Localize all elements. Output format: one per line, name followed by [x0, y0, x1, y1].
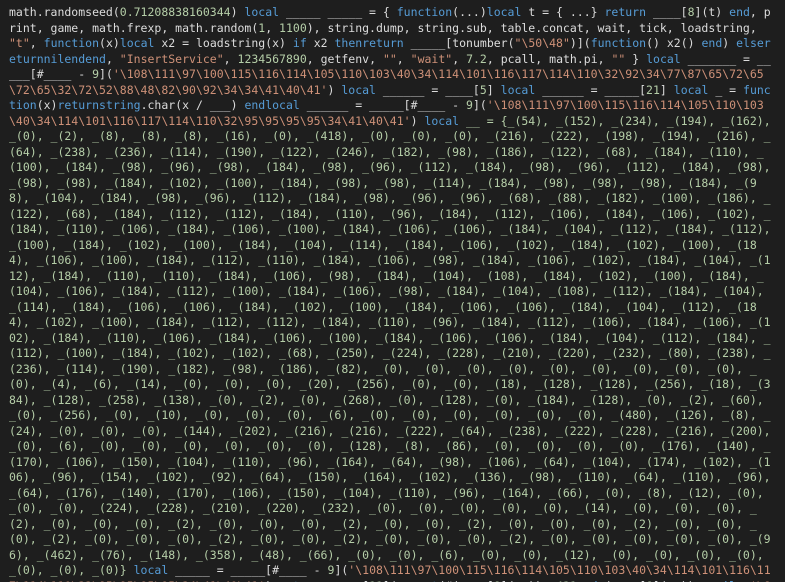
- code-token-default: () x2(): [646, 36, 702, 50]
- code-token-default: math.randomseed(: [9, 5, 120, 19]
- code-token-default: }: [625, 51, 647, 66]
- code-token-default: ,: [396, 51, 411, 66]
- code-token-default: ______ = ____[: [375, 82, 480, 97]
- code-token-default: , pcall, math.pi,: [486, 51, 612, 66]
- code-token-default: ): [722, 36, 737, 50]
- code-token-default: ,: [29, 36, 44, 50]
- code-token-keyword: function: [43, 36, 100, 50]
- code-token-default: ): [230, 5, 245, 19]
- code-token-default: (...): [452, 5, 487, 19]
- code-token-default: _ =: [708, 82, 744, 97]
- code-token-default: _____ _____ = {: [279, 5, 397, 19]
- code-token-string: "": [382, 51, 397, 66]
- code-token-number: 9: [92, 67, 100, 81]
- code-token-number: 431: [556, 579, 577, 582]
- code-token-keyword: thenreturn: [334, 36, 404, 50]
- code-token-keyword: local: [500, 82, 536, 97]
- code-token-default: t = { ...}: [521, 5, 605, 19]
- code-token-keyword: local: [119, 36, 155, 50]
- code-token-default: , getfenv,: [306, 51, 383, 66]
- code-token-default: ](: [472, 98, 487, 112]
- code-token-default: ): [265, 579, 279, 582]
- code-token-keyword: end: [729, 5, 750, 19]
- code-token-keyword: local: [646, 51, 681, 66]
- code-token-default: ,: [452, 51, 467, 66]
- code-token-default: ______ = _____[: [535, 82, 647, 97]
- code-token-number: 8: [646, 579, 653, 582]
- code-token-keyword: local: [133, 563, 169, 577]
- code-token-keyword: returnstring: [57, 98, 141, 112]
- code-token-keyword: function: [396, 5, 453, 19]
- code-token-default: ](__))==: [501, 579, 556, 582]
- code-token-default: ,: [105, 51, 120, 66]
- code-token-number: 1100: [279, 20, 307, 35]
- code-token-default: ](t): [694, 5, 730, 19]
- code-token-number: 1234567890: [237, 51, 307, 66]
- code-token-keyword: local: [341, 82, 376, 97]
- code-token-keyword: return: [279, 579, 321, 582]
- code-token-number: 8: [687, 5, 695, 19]
- code-token-default: ]: [659, 82, 674, 97]
- code-token-keyword: assert: [397, 579, 439, 582]
- code-token-default: x2 = loadstring(x): [154, 36, 293, 50]
- code-token-default: ,: [736, 579, 750, 582]
- code-token-default: _____[: [321, 579, 370, 582]
- code-token-default: )](: [569, 36, 591, 50]
- code-token-keyword: local: [486, 5, 522, 19]
- code-token-default: ](: [334, 563, 349, 577]
- code-token-number: 21: [646, 82, 660, 97]
- code-text[interactable]: math.randomseed(0.71208838160344) local …: [9, 5, 776, 582]
- code-token-string: "t": [9, 36, 30, 50]
- code-token-string: "\50\48": [514, 36, 570, 50]
- code-token-default: (x): [36, 98, 58, 112]
- code-token-keyword: end: [701, 36, 723, 50]
- code-token-keyword: local: [673, 82, 709, 97]
- code-token-default: ): [327, 82, 342, 97]
- code-token-number: 11: [369, 579, 383, 582]
- code-token-default: ,: [223, 51, 238, 66]
- code-token-default: ](: [383, 579, 397, 582]
- code-token-keyword: endlocal: [244, 98, 300, 112]
- code-token-mint: __ = {_(54), _(152), _(234), _(194), _(1…: [9, 113, 778, 578]
- code-token-keyword: function: [590, 36, 647, 50]
- code-token-number: 7.2: [466, 51, 487, 66]
- code-token-number: 9: [466, 98, 473, 112]
- code-token-string: "InsertService": [119, 51, 224, 66]
- code-token-default: ](__)): [653, 579, 701, 582]
- code-token-default: (x): [99, 36, 120, 50]
- code-token-string: "": [611, 51, 626, 66]
- code-token-default: ](: [99, 67, 113, 81]
- code-token-default: ____[: [646, 5, 688, 19]
- code-token-string: "wait": [410, 51, 453, 66]
- code-editor[interactable]: math.randomseed(0.71208838160344) local …: [0, 0, 785, 582]
- code-token-default: ,: [265, 20, 280, 35]
- code-token-default: ______ = _____[#____ -: [299, 98, 466, 112]
- code-token-keyword: and: [577, 579, 598, 582]
- code-token-number: 0.71208838160344: [119, 5, 231, 19]
- code-token-default: _____[tonumber(: [403, 36, 515, 50]
- code-token-keyword: local: [244, 5, 280, 19]
- code-token-keyword: local: [424, 113, 460, 128]
- code-token-default: (#(____[: [438, 579, 493, 582]
- code-token-default: ): [410, 113, 425, 128]
- code-token-default: x2: [306, 36, 335, 50]
- code-token-default: ), string.dump, string.sub, table.concat…: [306, 20, 764, 35]
- code-token-keyword: ornil: [701, 579, 736, 582]
- code-token-default: .char(x / ___): [140, 98, 245, 112]
- code-token-keyword: if: [292, 36, 307, 50]
- code-token-default: (____[: [598, 579, 647, 582]
- code-token-number: 5: [479, 82, 487, 97]
- code-token-default: _____ = _____[#____ -: [168, 563, 328, 577]
- code-token-keyword: return: [604, 5, 647, 19]
- code-token-default: ]: [486, 82, 501, 97]
- code-token-number: 8: [494, 579, 501, 582]
